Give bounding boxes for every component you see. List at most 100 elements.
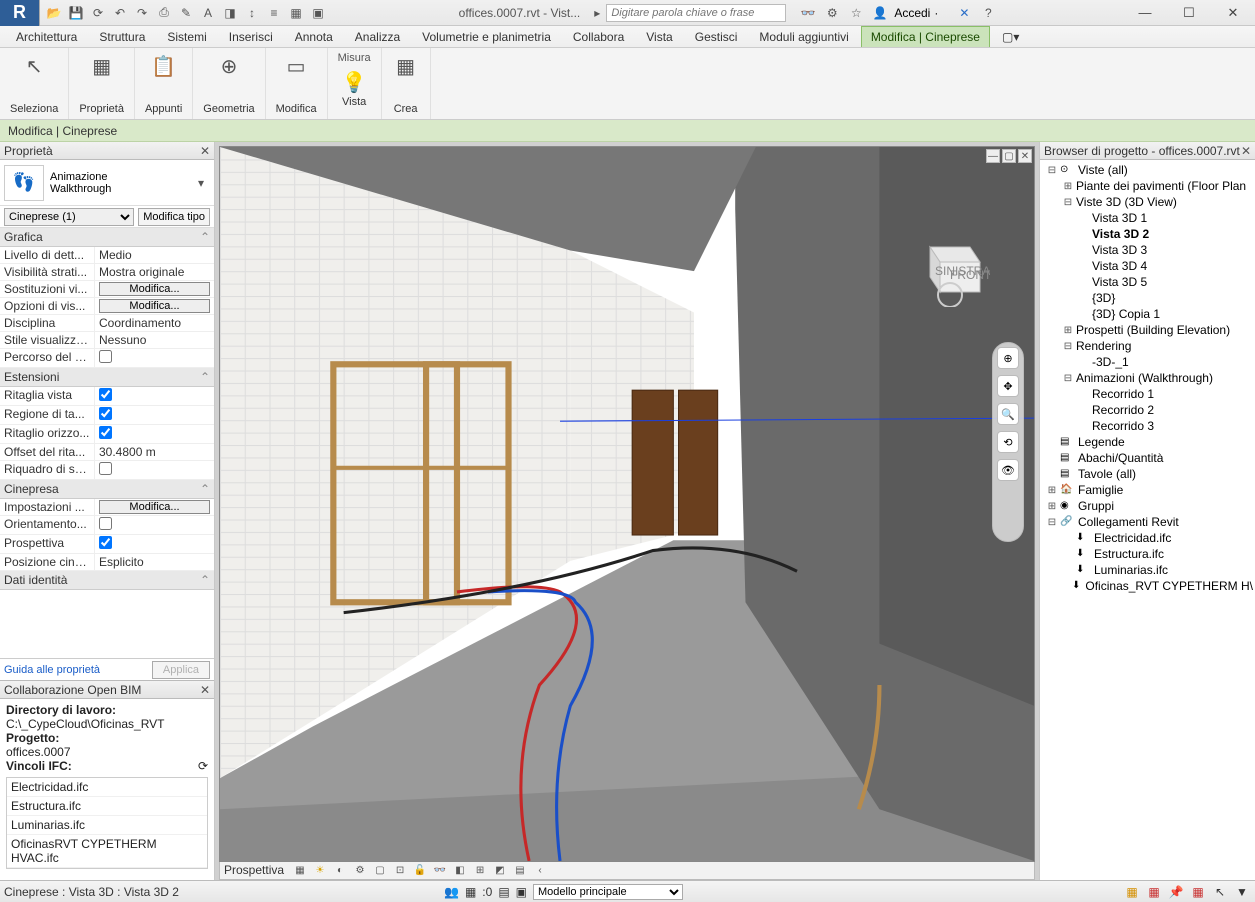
sync-icon[interactable]: ⟳ bbox=[88, 3, 108, 23]
ribbon-tab[interactable]: Volumetrie e planimetria bbox=[412, 26, 561, 47]
chevron-down-icon[interactable]: ▾ bbox=[192, 176, 210, 190]
prop-checkbox[interactable] bbox=[99, 350, 112, 363]
redo-icon[interactable] bbox=[132, 3, 152, 23]
tree-twisty-icon[interactable]: ⊞ bbox=[1046, 485, 1058, 496]
edit-button[interactable]: Modifica... bbox=[99, 500, 210, 514]
tree-node[interactable]: Vista 3D 3 bbox=[1042, 242, 1253, 258]
prop-checkbox[interactable] bbox=[99, 388, 112, 401]
search-input[interactable] bbox=[607, 7, 785, 19]
help-icon[interactable]: ? bbox=[978, 3, 998, 23]
design-options-icon[interactable]: ▤ bbox=[498, 885, 509, 899]
prop-row[interactable]: Percorso del s... bbox=[0, 349, 214, 368]
crop-icon[interactable]: ▢ bbox=[372, 863, 388, 877]
ribbon-tab[interactable]: Inserisci bbox=[219, 26, 283, 47]
login-label[interactable]: Accedi bbox=[894, 6, 930, 20]
tree-node[interactable]: Recorrido 3 bbox=[1042, 418, 1253, 434]
prop-row[interactable]: Sostituzioni vi...Modifica... bbox=[0, 281, 214, 298]
edit-button[interactable]: Modifica... bbox=[99, 282, 210, 296]
tree-twisty-icon[interactable]: ⊟ bbox=[1062, 373, 1074, 384]
close-icon[interactable]: ✕ bbox=[200, 144, 210, 158]
ribbon-tab[interactable]: Collabora bbox=[563, 26, 634, 47]
ribbon-tab[interactable]: Moduli aggiuntivi bbox=[749, 26, 858, 47]
prop-checkbox[interactable] bbox=[99, 536, 112, 549]
close-icon[interactable]: ✕ bbox=[1241, 144, 1251, 158]
ribbon-group-crea[interactable]: ▦Crea bbox=[382, 48, 431, 119]
close-icon[interactable]: ✕ bbox=[200, 683, 210, 697]
tree-node[interactable]: ⊟Rendering bbox=[1042, 338, 1253, 354]
maximize-button[interactable]: ☐ bbox=[1167, 0, 1211, 26]
infocenter-icon[interactable]: 👓 bbox=[798, 3, 818, 23]
tree-node[interactable]: Vista 3D 2 bbox=[1042, 226, 1253, 242]
ribbon-group-modifica[interactable]: ▭Modifica bbox=[266, 48, 328, 119]
chevron-left-icon[interactable]: ‹ bbox=[532, 863, 548, 877]
navigation-bar[interactable]: ⊕ ✥ 🔍 ⟲ 👁 bbox=[992, 342, 1024, 542]
visual-style-icon[interactable]: ▦ bbox=[292, 863, 308, 877]
tree-twisty-icon[interactable]: ⊟ bbox=[1062, 197, 1074, 208]
model-combo[interactable]: Modello principale bbox=[533, 884, 683, 900]
open-icon[interactable] bbox=[44, 3, 64, 23]
prop-row[interactable]: Impostazioni ...Modifica... bbox=[0, 499, 214, 516]
tree-node[interactable]: ⬇Oficinas_RVT CYPETHERM H\ bbox=[1042, 578, 1253, 594]
ribbon-tab[interactable]: Sistemi bbox=[157, 26, 216, 47]
3d-viewport[interactable]: — ▢ ✕ bbox=[219, 146, 1035, 862]
properties-help-link[interactable]: Guida alle proprietà bbox=[4, 664, 100, 676]
ribbon-group-proprietà[interactable]: ▦Proprietà bbox=[69, 48, 135, 119]
properties-grid[interactable]: Grafica⌃Livello di dett...MedioVisibilit… bbox=[0, 228, 214, 658]
tree-twisty-icon[interactable]: ⊞ bbox=[1062, 181, 1074, 192]
filter-icon[interactable]: ▼ bbox=[1233, 884, 1251, 900]
zoom-icon[interactable]: 🔍 bbox=[997, 403, 1019, 425]
select-face-icon[interactable]: ▦ bbox=[1189, 884, 1207, 900]
render-icon[interactable]: ⚙ bbox=[352, 863, 368, 877]
prop-row[interactable]: Stile visualizza...Nessuno bbox=[0, 332, 214, 349]
app-logo[interactable]: R bbox=[0, 0, 40, 26]
prop-category[interactable]: Estensioni⌃ bbox=[0, 368, 214, 387]
thin-lines-icon[interactable]: ≡ bbox=[264, 3, 284, 23]
tree-twisty-icon[interactable]: ⊟ bbox=[1046, 165, 1058, 176]
recent-arrow-icon[interactable]: ▸ bbox=[594, 6, 600, 20]
unlock-icon[interactable]: 🔓 bbox=[412, 863, 428, 877]
ribbon-tab[interactable]: Annota bbox=[285, 26, 343, 47]
switch-windows-icon[interactable]: ▣ bbox=[308, 3, 328, 23]
undo-icon[interactable] bbox=[110, 3, 130, 23]
prop-row[interactable]: Offset del rita...30.4800 m bbox=[0, 444, 214, 461]
edit-button[interactable]: Modifica... bbox=[99, 299, 210, 313]
ifc-link-item[interactable]: OficinasRVT CYPETHERM HVAC.ifc bbox=[7, 835, 207, 868]
tree-node[interactable]: Recorrido 2 bbox=[1042, 402, 1253, 418]
section-icon[interactable]: ↕ bbox=[242, 3, 262, 23]
project-browser-tree[interactable]: ⊟⊙Viste (all)⊞Piante dei pavimenti (Floo… bbox=[1040, 160, 1255, 880]
look-icon[interactable]: 👁 bbox=[997, 459, 1019, 481]
apply-button[interactable]: Applica bbox=[152, 661, 210, 679]
view-cube[interactable]: SINISTRA FRONTE bbox=[910, 227, 990, 307]
ifc-link-item[interactable]: Luminarias.ifc bbox=[7, 816, 207, 835]
ifc-link-item[interactable]: Electricidad.ifc bbox=[7, 778, 207, 797]
view-maximize-icon[interactable]: ▢ bbox=[1002, 149, 1016, 163]
prop-checkbox[interactable] bbox=[99, 407, 112, 420]
tree-node[interactable]: ⬇Estructura.ifc bbox=[1042, 546, 1253, 562]
steering-wheel-icon[interactable]: ⊕ bbox=[997, 347, 1019, 369]
analytical-icon[interactable]: ◩ bbox=[492, 863, 508, 877]
temporary-hide-icon[interactable]: 👓 bbox=[432, 863, 448, 877]
prop-checkbox[interactable] bbox=[99, 462, 112, 475]
tree-twisty-icon[interactable]: ⊟ bbox=[1046, 517, 1058, 528]
crop-region-icon[interactable]: ⊡ bbox=[392, 863, 408, 877]
main-model-icon[interactable]: ▣ bbox=[516, 885, 527, 899]
ribbon-tab[interactable]: Analizza bbox=[345, 26, 410, 47]
pan-icon[interactable]: ✥ bbox=[997, 375, 1019, 397]
ribbon-group-geometria[interactable]: ⊕Geometria bbox=[193, 48, 265, 119]
prop-row[interactable]: Riquadro di se... bbox=[0, 461, 214, 480]
ribbon-tab[interactable]: Struttura bbox=[89, 26, 155, 47]
view-minimize-icon[interactable]: — bbox=[986, 149, 1000, 163]
tree-node[interactable]: Vista 3D 5 bbox=[1042, 274, 1253, 290]
print-icon[interactable]: ⎙ bbox=[154, 3, 174, 23]
constraints-icon[interactable]: ▤ bbox=[512, 863, 528, 877]
select-links-icon[interactable]: ▦ bbox=[1123, 884, 1141, 900]
view-close-icon[interactable]: ✕ bbox=[1018, 149, 1032, 163]
close-hidden-icon[interactable]: ▦ bbox=[286, 3, 306, 23]
3d-icon[interactable]: ◨ bbox=[220, 3, 240, 23]
tree-node[interactable]: -3D-_1 bbox=[1042, 354, 1253, 370]
prop-row[interactable]: Posizione cine...Esplicito bbox=[0, 554, 214, 571]
favorite-icon[interactable]: ☆ bbox=[846, 3, 866, 23]
prop-checkbox[interactable] bbox=[99, 426, 112, 439]
exchange-icon[interactable]: ✕ bbox=[954, 3, 974, 23]
prop-category[interactable]: Grafica⌃ bbox=[0, 228, 214, 247]
